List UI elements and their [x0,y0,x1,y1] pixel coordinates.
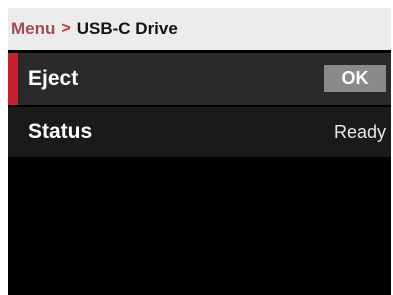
menu-item-eject[interactable]: Eject OK [8,53,391,105]
chevron-right-icon: > [61,20,71,37]
breadcrumb: Menu > USB-C Drive [8,8,391,50]
selection-indicator [8,53,18,105]
menu-item-label: Eject [28,67,79,90]
device-screen: Menu > USB-C Drive Eject OK Status Ready [8,8,391,295]
menu-item-status[interactable]: Status Ready [8,107,391,157]
status-value: Ready [333,121,386,142]
menu-item-label: Status [28,120,93,143]
page-title: USB-C Drive [76,19,178,38]
ok-button[interactable]: OK [324,65,386,92]
breadcrumb-menu-link[interactable]: Menu [11,19,55,39]
